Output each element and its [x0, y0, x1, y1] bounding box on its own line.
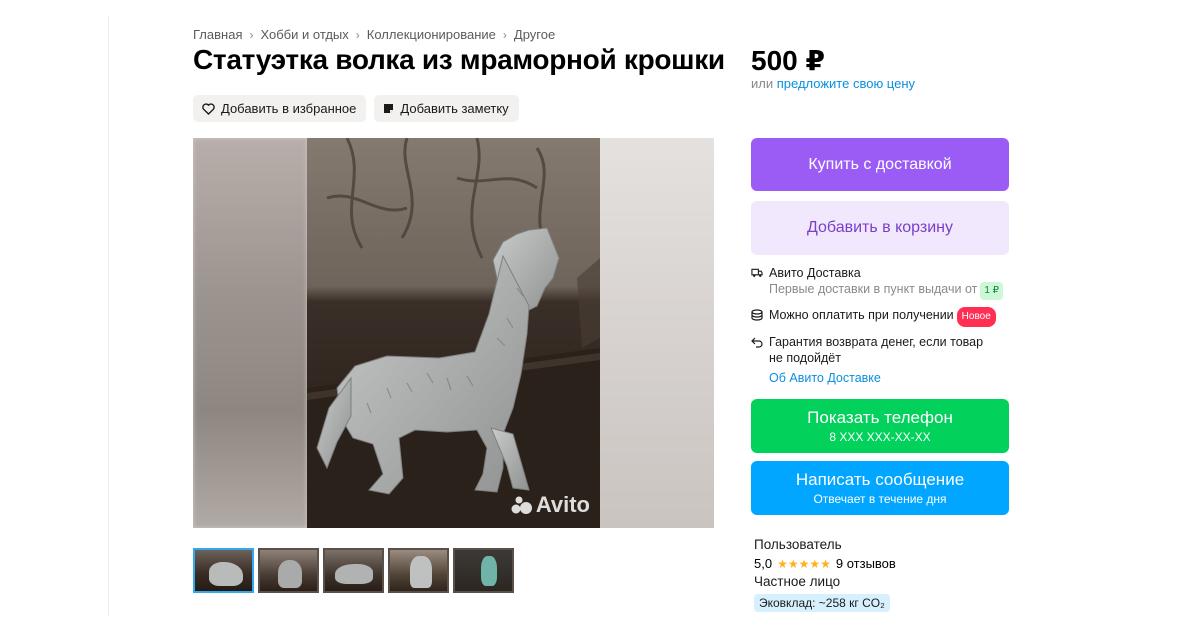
gallery-blur-left — [193, 138, 307, 528]
gallery-blur-right — [600, 138, 714, 528]
chevron-right-icon: › — [355, 27, 360, 42]
guarantee-text-line1: Гарантия возврата денег, если товар — [769, 335, 984, 349]
watermark-text: Avito — [535, 492, 590, 517]
seller-name[interactable]: Пользователь — [754, 537, 1014, 552]
star-rating-icon: ★★★★★ — [777, 556, 831, 571]
price-offer-note: или предложите свою цену — [751, 76, 915, 91]
chevron-right-icon: › — [502, 27, 507, 42]
main-photo[interactable]: Avito — [307, 138, 600, 528]
thumbnail[interactable] — [258, 548, 319, 593]
return-arrow-icon — [751, 335, 763, 349]
page-title: Статуэтка волка из мраморной крошки — [193, 44, 725, 75]
guarantee-text-line2: не подойдёт — [769, 351, 841, 365]
eco-contribution-badge[interactable]: Эковклад: ~258 кг CO₂ — [754, 594, 890, 612]
avito-delivery-subtitle: Первые доставки в пункт выдачи от — [769, 282, 978, 296]
thumbnail-strip — [193, 548, 514, 593]
add-note-label: Добавить заметку — [400, 101, 509, 116]
write-message-button[interactable]: Написать сообщение Отвечает в течение дн… — [751, 461, 1009, 515]
listing-actions: Добавить в избранное Добавить заметку — [193, 95, 519, 122]
reviews-link[interactable]: 9 отзывов — [836, 556, 896, 571]
wolf-figurine-image — [307, 138, 600, 528]
show-phone-label: Показать телефон — [807, 408, 953, 427]
add-to-cart-button[interactable]: Добавить в корзину — [751, 201, 1009, 255]
chevron-right-icon: › — [249, 27, 254, 42]
add-to-favorites-label: Добавить в избранное — [221, 101, 357, 116]
thumbnail[interactable] — [453, 548, 514, 593]
thumbnail[interactable] — [323, 548, 384, 593]
coins-icon — [751, 308, 763, 322]
seller-card: Пользователь 5,0 ★★★★★ 9 отзывов Частное… — [754, 537, 1014, 612]
page-divider — [108, 16, 109, 616]
breadcrumb-item-home[interactable]: Главная — [193, 27, 242, 42]
new-badge: Новое — [956, 307, 996, 327]
response-time-note: Отвечает в течение дня — [813, 492, 947, 506]
breadcrumb-item-other[interactable]: Другое — [514, 27, 555, 42]
heart-icon — [202, 102, 215, 115]
about-avito-delivery-link[interactable]: Об Авито Доставке — [769, 371, 1009, 385]
write-message-label: Написать сообщение — [795, 470, 965, 489]
seller-type: Частное лицо — [754, 574, 841, 589]
price-badge: 1 ₽ — [980, 282, 1004, 300]
thumbnail[interactable] — [388, 548, 449, 593]
avito-watermark: Avito — [511, 492, 590, 518]
suggest-price-link[interactable]: предложите свою цену — [777, 76, 915, 91]
thumbnail[interactable] — [193, 548, 254, 593]
note-icon — [384, 104, 394, 113]
buy-with-delivery-button[interactable]: Купить с доставкой — [751, 138, 1009, 191]
truck-icon — [751, 266, 763, 280]
avito-logo-icon — [511, 496, 532, 514]
price-note-prefix: или — [751, 76, 774, 91]
rating-value: 5,0 — [754, 556, 773, 571]
add-to-favorites-button[interactable]: Добавить в избранное — [193, 95, 367, 122]
breadcrumb: Главная › Хобби и отдых › Коллекциониров… — [193, 27, 555, 42]
pay-on-receipt-text: Можно оплатить при получении — [769, 308, 954, 322]
breadcrumb-item-collecting[interactable]: Коллекционирование — [367, 27, 496, 42]
avito-delivery-title: Авито Доставка — [769, 266, 861, 280]
seller-rating: 5,0 ★★★★★ 9 отзывов — [754, 556, 1014, 571]
phone-number-masked: 8 XXX XXX-XX-XX — [829, 430, 931, 444]
price: 500 ₽ — [751, 45, 825, 76]
show-phone-button[interactable]: Показать телефон 8 XXX XXX-XX-XX — [751, 399, 1009, 453]
buy-with-delivery-label: Купить с доставкой — [808, 155, 952, 173]
photo-gallery[interactable]: Avito — [193, 138, 714, 528]
breadcrumb-item-hobby[interactable]: Хобби и отдых — [260, 27, 348, 42]
add-to-cart-label: Добавить в корзину — [806, 219, 953, 236]
add-note-button[interactable]: Добавить заметку — [374, 95, 519, 122]
delivery-info: Авито Доставка Первые доставки в пункт в… — [751, 265, 1009, 385]
